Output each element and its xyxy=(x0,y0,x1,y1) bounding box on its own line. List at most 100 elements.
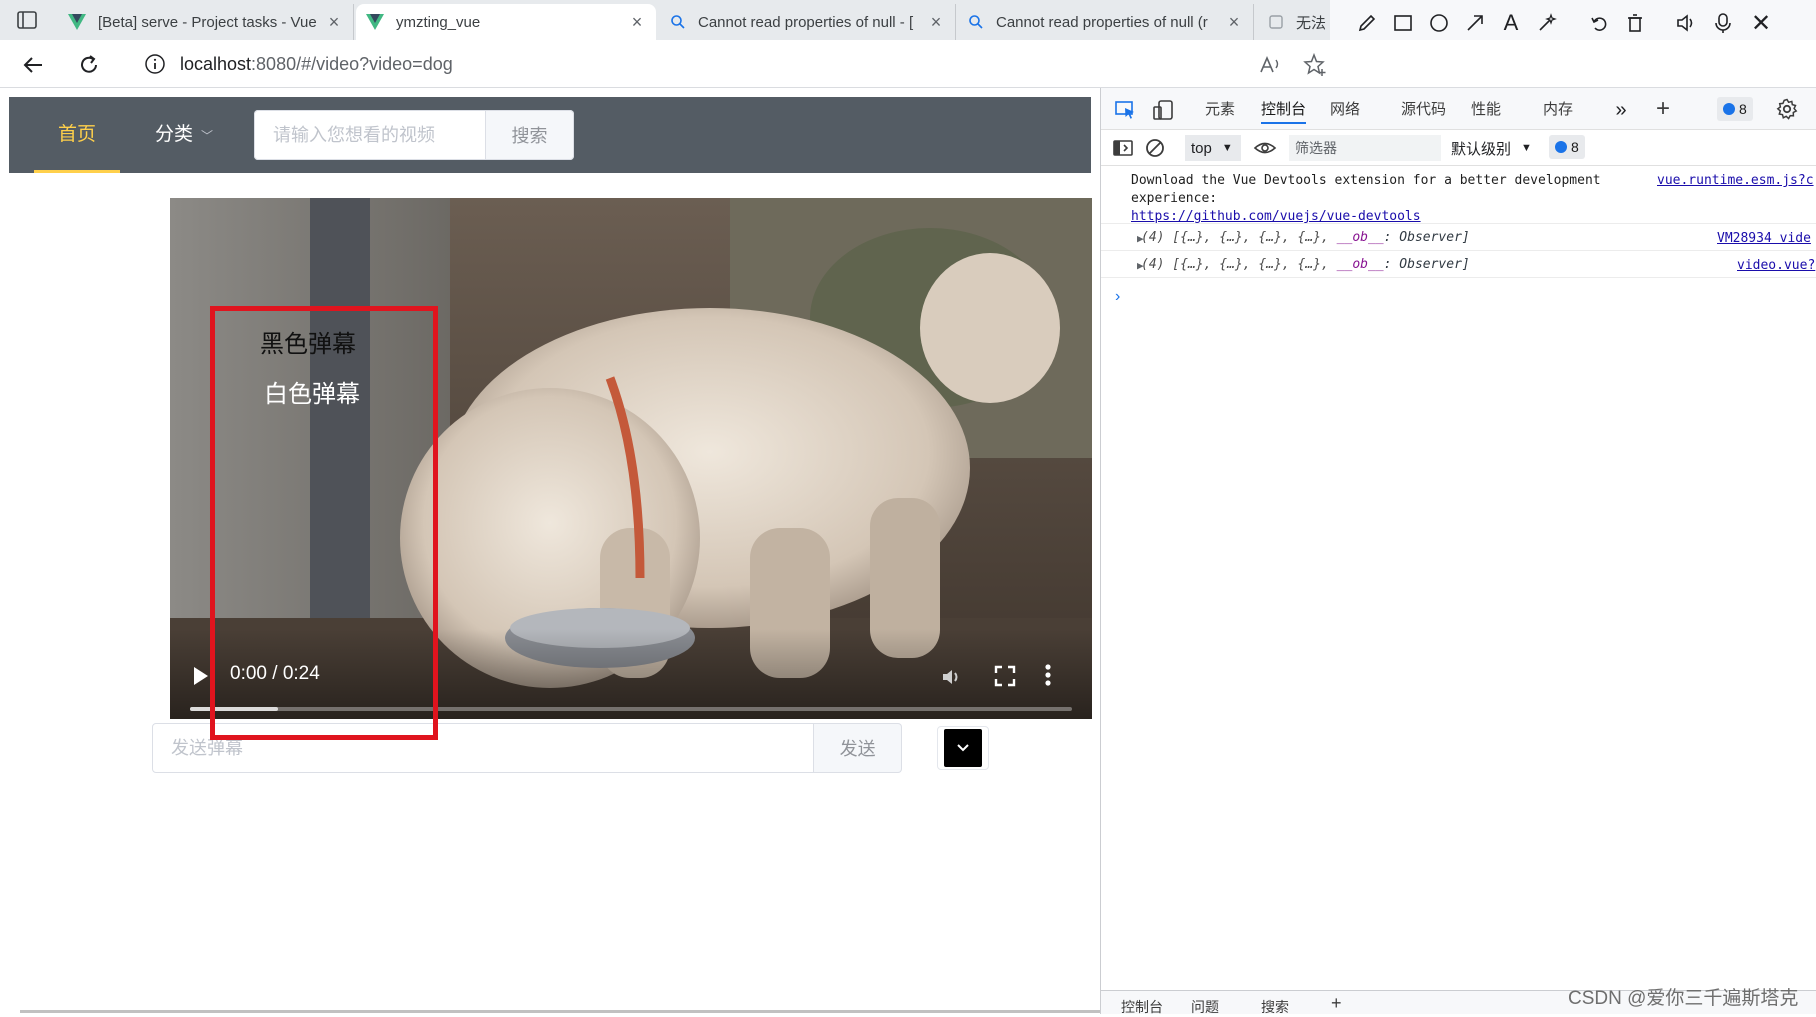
tab-title: [Beta] serve - Project tasks - Vue xyxy=(98,13,317,31)
arrow-icon[interactable] xyxy=(1462,10,1488,36)
tab-memory[interactable]: 内存 xyxy=(1543,98,1573,124)
menu-category-label: 分类 xyxy=(154,124,193,145)
console-source-link[interactable]: vue.runtime.esm.js?c xyxy=(1657,172,1816,190)
console-message: Download the Vue Devtools extension for … xyxy=(1101,166,1816,224)
search-input[interactable] xyxy=(254,110,486,160)
tab-vue-serve[interactable]: [Beta] serve - Project tasks - Vue × xyxy=(58,4,354,40)
issues-badge[interactable]: 8 xyxy=(1549,135,1585,159)
vue-icon xyxy=(366,14,384,30)
url-text[interactable]: localhost:8080/#/video?video=dog xyxy=(180,54,453,75)
volume-icon[interactable] xyxy=(940,665,964,689)
devtools-panel: 元素 控制台 网络 源代码 性能 内存 » + 8 top ▼ 筛选器 默认级别 ▼… xyxy=(1100,88,1816,1017)
play-icon[interactable] xyxy=(192,665,210,687)
context-select[interactable]: top ▼ xyxy=(1185,135,1241,161)
menu-item-home[interactable]: 首页 xyxy=(34,97,120,173)
info-icon[interactable] xyxy=(144,53,166,75)
expand-triangle-icon[interactable]: ▶ xyxy=(1137,257,1144,274)
back-icon[interactable] xyxy=(20,52,46,78)
console-prompt-icon[interactable]: › xyxy=(1115,288,1120,306)
tab-title: Cannot read properties of null (r xyxy=(996,13,1208,31)
add-favorite-icon[interactable] xyxy=(1302,52,1328,78)
clear-console-icon[interactable] xyxy=(1143,136,1167,160)
pencil-icon[interactable] xyxy=(1354,10,1380,36)
tab-elements[interactable]: 元素 xyxy=(1205,98,1235,124)
close-icon[interactable]: × xyxy=(1225,12,1243,33)
danmaku-color-picker[interactable] xyxy=(937,726,989,770)
devtools-tab-bar: 元素 控制台 网络 源代码 性能 内存 » + 8 xyxy=(1101,88,1816,130)
tab-search-result-1[interactable]: Cannot read properties of null - [ × xyxy=(660,4,956,40)
settings-gear-icon[interactable] xyxy=(1775,97,1799,121)
close-icon[interactable]: × xyxy=(325,12,343,33)
refresh-icon[interactable] xyxy=(76,52,102,78)
page-viewport: 首页 分类 ﹀ 搜索 xyxy=(0,89,1100,1014)
console-object-value: : Observer] xyxy=(1383,230,1470,245)
search-icon xyxy=(968,14,984,30)
close-icon[interactable]: × xyxy=(628,12,646,33)
url-path: :8080/#/video?video=dog xyxy=(251,53,453,74)
console-message[interactable]: ▶ (4) [{…}, {…}, {…}, {…}, __ob__: Obser… xyxy=(1101,251,1816,278)
console-message[interactable]: ▶ (4) [{…}, {…}, {…}, {…}, __ob__: Obser… xyxy=(1101,224,1816,251)
navigation-bar: localhost:8080/#/video?video=dog xyxy=(0,40,1816,88)
trash-icon[interactable] xyxy=(1622,10,1648,36)
expand-triangle-icon[interactable]: ▶ xyxy=(1137,230,1144,247)
issues-count: 8 xyxy=(1571,139,1579,155)
tab-console[interactable]: 控制台 xyxy=(1261,98,1307,124)
horizontal-scrollbar[interactable] xyxy=(20,1010,1100,1013)
console-message-link[interactable]: https://github.com/vuejs/vue-devtools xyxy=(1131,209,1421,224)
tab-title: Cannot read properties of null - [ xyxy=(698,13,914,31)
text-icon[interactable]: A xyxy=(1498,10,1524,36)
search-button[interactable]: 搜索 xyxy=(486,110,574,160)
menu-item-category[interactable]: 分类 ﹀ xyxy=(139,97,229,173)
send-danmaku-button[interactable]: 发送 xyxy=(814,723,902,773)
tab-sources[interactable]: 源代码 xyxy=(1401,98,1446,124)
drawer-tab-issues[interactable]: 问题 xyxy=(1191,997,1219,1017)
tab-ymzting-vue[interactable]: ymzting_vue × xyxy=(356,4,656,40)
add-tab-icon[interactable]: + xyxy=(1651,95,1675,122)
log-level-select[interactable]: 默认级别 ▼ xyxy=(1451,135,1532,161)
tab-partial[interactable]: 无法 xyxy=(1258,4,1338,40)
close-icon[interactable]: ✕ xyxy=(1748,10,1774,37)
circle-icon[interactable] xyxy=(1426,10,1452,36)
live-expression-eye-icon[interactable] xyxy=(1253,136,1277,160)
inspect-element-icon[interactable] xyxy=(1113,98,1137,122)
tab-network[interactable]: 网络 xyxy=(1330,98,1360,124)
sidebar-toggle-icon[interactable] xyxy=(1111,136,1135,160)
drawer-tab-console[interactable]: 控制台 xyxy=(1121,997,1163,1017)
undo-icon[interactable] xyxy=(1586,10,1612,36)
tab-title: ymzting_vue xyxy=(396,13,481,31)
console-filter-input[interactable]: 筛选器 xyxy=(1289,135,1441,161)
rectangle-icon[interactable] xyxy=(1390,10,1416,36)
search-icon xyxy=(670,14,686,30)
tab-actions-icon[interactable] xyxy=(16,9,38,31)
tab-search-result-2[interactable]: Cannot read properties of null (r × xyxy=(958,4,1254,40)
fullscreen-icon[interactable] xyxy=(994,665,1016,687)
console-object-key: __ob__ xyxy=(1336,257,1384,272)
console-output: Download the Vue Devtools extension for … xyxy=(1101,166,1816,305)
chevron-down-icon: ﹀ xyxy=(201,129,214,143)
vue-icon xyxy=(68,14,86,30)
microphone-icon[interactable] xyxy=(1710,10,1736,36)
console-toolbar: top ▼ 筛选器 默认级别 ▼ 8 xyxy=(1101,130,1816,166)
device-toolbar-icon[interactable] xyxy=(1151,98,1175,122)
message-count-badge[interactable]: 8 xyxy=(1717,97,1753,121)
read-aloud-icon[interactable] xyxy=(1258,52,1284,78)
console-object-key: __ob__ xyxy=(1336,230,1384,245)
console-source-link[interactable]: video.vue? xyxy=(1737,257,1816,274)
drawer-tab-search[interactable]: 搜索 xyxy=(1261,997,1289,1017)
message-icon xyxy=(1555,141,1567,153)
more-options-icon[interactable] xyxy=(1044,663,1052,687)
more-tabs-icon[interactable]: » xyxy=(1609,98,1633,122)
console-source-link[interactable]: VM28934 vide xyxy=(1717,230,1816,247)
red-highlight-box xyxy=(210,306,438,740)
speaker-icon[interactable] xyxy=(1674,10,1700,36)
magic-wand-icon[interactable] xyxy=(1534,10,1560,36)
address-bar[interactable]: localhost:8080/#/video?video=dog xyxy=(128,46,1328,82)
close-icon[interactable]: × xyxy=(927,12,945,33)
console-message-text: Download the Vue Devtools extension for … xyxy=(1131,173,1601,206)
color-swatch xyxy=(944,729,982,767)
tab-performance[interactable]: 性能 xyxy=(1471,98,1501,124)
page-icon xyxy=(1268,14,1284,30)
add-drawer-tab-icon[interactable]: + xyxy=(1331,993,1342,1014)
context-value: top xyxy=(1191,139,1212,157)
console-object-preview: (4) [{…}, {…}, {…}, {…}, xyxy=(1141,257,1337,272)
